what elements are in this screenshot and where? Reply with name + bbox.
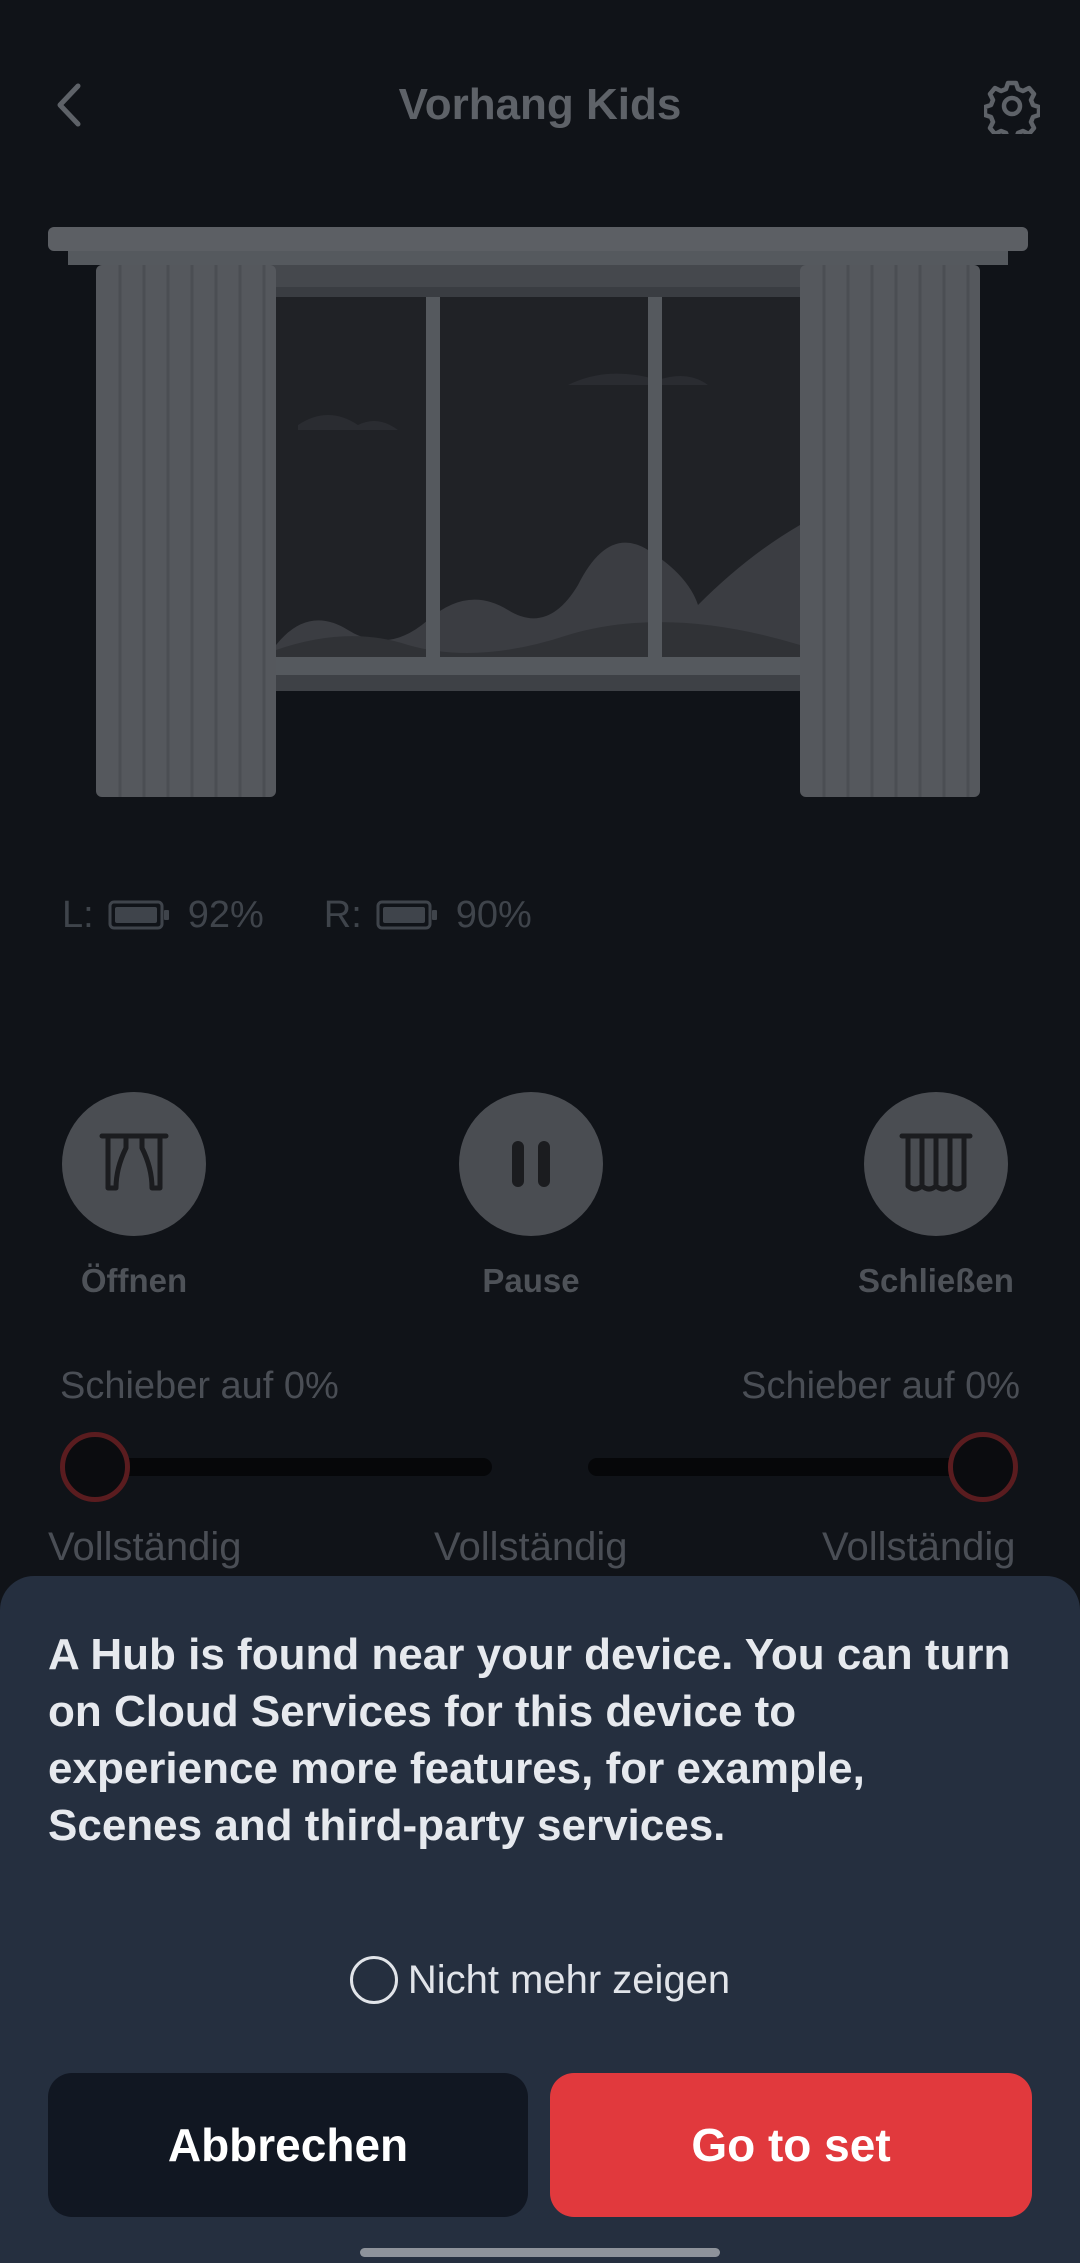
open-label: Öffnen: [80, 1262, 188, 1299]
close-label: Schließen: [858, 1262, 1014, 1299]
curtain-illustration: [48, 225, 1028, 815]
settings-button[interactable]: [982, 78, 1042, 142]
dont-show-label: Nicht mehr zeigen: [407, 1957, 731, 2002]
battery-status: L: 92% R: 90%: [62, 890, 592, 940]
cloud-services-sheet: A Hub is found near your device. You can…: [0, 1576, 1080, 2263]
left-slider-caption: Schieber auf 0%: [60, 1365, 339, 1407]
battery-right-value: 90%: [455, 893, 532, 936]
header: Vorhang Kids: [0, 60, 1080, 150]
battery-left-value: 92%: [187, 893, 264, 936]
pause-control[interactable]: Pause: [431, 1092, 631, 1300]
dont-show-radio[interactable]: [349, 1956, 398, 2004]
right-slider-caption: Schieber auf 0%: [741, 1365, 1020, 1407]
battery-left-label: L:: [62, 893, 94, 936]
sheet-message: A Hub is found near your device. You can…: [48, 1630, 1011, 1850]
dont-show-again-option[interactable]: Nicht mehr zeigen: [0, 1956, 1080, 2004]
close-button[interactable]: [864, 1092, 1008, 1236]
go-to-set-button[interactable]: Go to set: [550, 2073, 1032, 2217]
gear-icon: [982, 80, 1042, 142]
left-full-label: Vollständig: [48, 1525, 242, 1569]
battery-icon: [108, 900, 169, 930]
pause-label: Pause: [482, 1262, 580, 1299]
page-title: Vorhang Kids: [398, 80, 682, 129]
curtain-open-icon: [99, 1133, 169, 1191]
home-indicator[interactable]: [360, 2248, 720, 2257]
pause-button[interactable]: [459, 1092, 603, 1236]
cancel-button[interactable]: Abbrechen: [48, 2073, 528, 2217]
curtain-closed-icon: [899, 1133, 973, 1192]
pause-icon: [512, 1141, 550, 1187]
center-full-label: Vollständig: [434, 1525, 628, 1569]
battery-right-label: R:: [323, 893, 362, 936]
right-slider-handle[interactable]: [948, 1432, 1018, 1502]
open-button[interactable]: [62, 1092, 206, 1236]
left-slider-handle[interactable]: [60, 1432, 130, 1502]
open-control[interactable]: Öffnen: [34, 1092, 234, 1300]
close-control[interactable]: Schließen: [836, 1092, 1036, 1300]
right-full-label: Vollständig: [822, 1525, 1016, 1569]
battery-icon: [376, 900, 437, 930]
battery-left: L: 92%: [62, 894, 264, 937]
battery-right: R: 90%: [324, 894, 532, 937]
